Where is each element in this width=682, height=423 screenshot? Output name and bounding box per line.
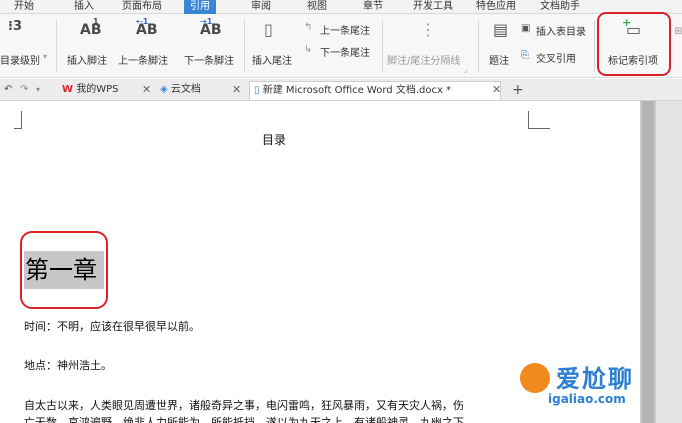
superscript-one-icon: 1 [93,17,99,26]
paragraph-line: 地点：神州浩土。 [24,359,112,372]
cross-reference-icon: ⎘ [521,50,529,61]
close-icon[interactable]: ✕ [142,81,151,100]
highlight-box [597,12,671,76]
paragraph-line: 时间：不明，应该在很早很早以前。 [24,320,200,333]
menu-tab-view[interactable]: 视图 [307,0,327,14]
new-tab-plus-icon[interactable]: + [512,81,524,100]
watermark-logo-icon [520,363,550,393]
tab-cloud-docs[interactable]: ◈ 云文档 [160,81,201,100]
chevron-down-icon: ▾ [43,52,48,61]
redo-icon[interactable]: ↷ [20,81,28,100]
undo-icon[interactable]: ↶ [4,81,12,100]
ribbon: ⁝3 目录级别 ▾ AB 1 插入脚注 AB ⇠1 上一条脚注 AB ⇢1 下一… [0,12,682,78]
divider [594,20,595,72]
close-icon[interactable]: ✕ [492,81,501,100]
arrow-left-icon: ⇠1 [136,17,149,26]
menu-tab-section[interactable]: 章节 [363,0,383,14]
menu-tab-special[interactable]: 特色应用 [476,0,516,14]
arrow-right-icon: ⇢1 [200,17,213,26]
menu-tab-references[interactable]: 引用 [184,0,216,14]
table-of-figures-icon: ▣ [521,23,531,34]
overflow-icon[interactable]: ⊞ [674,26,682,37]
divider [56,20,57,72]
tab-my-wps[interactable]: W 我的WPS [62,81,118,100]
insert-endnote-icon: ▯ [264,20,273,39]
menu-tab-home[interactable]: 开始 [14,0,34,14]
insert-footnote-label: 插入脚注 [67,56,107,67]
document-area[interactable]: 目录 第一章 时间：不明，应该在很早很早以前。 地点：神州浩土。 自太古以来，人… [0,101,640,423]
document-tab-strip: ↶ ↷ ▾ W 我的WPS ✕ ◈ 云文档 ✕ ▯ 新建 Microsoft O… [0,79,682,101]
cloud-icon: ◈ [160,84,168,95]
prev-footnote-label: 上一条脚注 [118,56,168,67]
footnote-separator-label: 脚注/尾注分隔线 [387,56,461,67]
divider [478,20,479,72]
menu-bar: 开始 插入 页面布局 引用 审阅 视图 章节 开发工具 特色应用 文档助手 [0,0,682,14]
cross-reference-label: 交叉引用 [536,54,576,65]
right-side-panel [656,101,682,423]
document-icon: ▯ [254,85,260,96]
menu-tab-page-layout[interactable]: 页面布局 [122,0,162,14]
toc-level-icon: ⁝3 [8,19,22,34]
vertical-scrollbar[interactable] [640,101,656,423]
tab-current-document-label: 新建 Microsoft Office Word 文档.docx * [262,85,452,96]
tab-cloud-docs-label: 云文档 [170,84,201,95]
expand-icon: ⌟ [464,66,468,74]
wps-logo-icon: W [62,84,74,95]
next-endnote-label: 下一条尾注 [320,48,370,59]
insert-endnote-label: 插入尾注 [252,56,292,67]
margin-corner [528,111,550,129]
margin-corner [14,111,22,129]
menu-tab-review[interactable]: 审阅 [251,0,271,14]
menu-tab-doc-assistant[interactable]: 文档助手 [540,0,580,14]
scrollbar-thumb[interactable] [642,101,654,423]
divider [244,20,245,72]
insert-table-of-figures-label: 插入表目录 [536,27,586,38]
next-footnote-label: 下一条脚注 [184,56,234,67]
highlight-box [20,231,108,309]
close-icon[interactable]: ✕ [232,81,241,100]
caption-icon: ▤ [493,20,509,39]
caption-label: 题注 [489,56,509,67]
separator-icon: ⋮ [420,20,436,39]
paragraph-line: 自太古以来，人类眼见周遭世界，诸般奇异之事，电闪雷鸣，狂风暴雨，又有天灾人祸，伤 [24,399,464,412]
watermark-url: igaliao.com [548,392,626,406]
next-endnote-icon: ↳ [304,44,313,55]
toc-title: 目录 [262,133,287,147]
chevron-down-icon[interactable]: ▾ [36,81,40,100]
prev-endnote-label: 上一条尾注 [320,26,370,37]
menu-tab-developer[interactable]: 开发工具 [413,0,453,14]
paragraph-line: 亡无数，哀鸿遍野，绝非人力所能为，所能抵挡。遂以为九天之上，有诸般神灵，九幽之下… [24,416,475,423]
tab-current-document[interactable]: ▯ 新建 Microsoft Office Word 文档.docx * [249,81,501,100]
divider [382,20,383,72]
tab-my-wps-label: 我的WPS [76,84,119,95]
prev-endnote-icon: ↰ [304,22,313,33]
toc-level-label: 目录级别 [0,56,40,67]
menu-tab-insert[interactable]: 插入 [74,0,94,14]
watermark-brand: 爱尬聊 [556,365,634,393]
